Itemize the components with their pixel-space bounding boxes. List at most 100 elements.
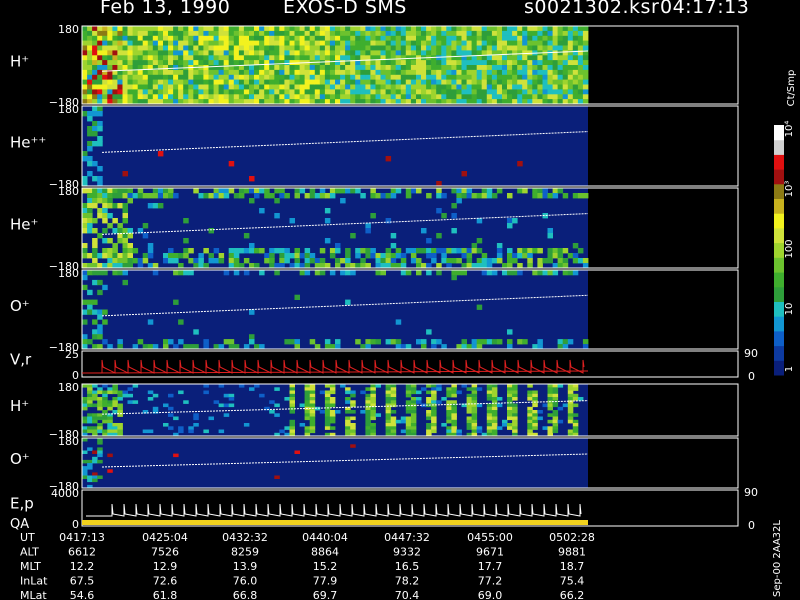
- heatmap-cell: [456, 50, 462, 56]
- heatmap-cell: [345, 40, 351, 46]
- heatmap-cell: [269, 193, 275, 199]
- heatmap-cell: [163, 403, 169, 408]
- heatmap-cell: [294, 40, 300, 46]
- heatmap-cell: [304, 193, 311, 199]
- heatmap-cell: [147, 203, 154, 209]
- heatmap-cell: [92, 419, 98, 424]
- heatmap-cell: [466, 65, 473, 71]
- heatmap-cell: [309, 55, 316, 61]
- heatmap-cell: [97, 253, 103, 259]
- heatmap-cell: [147, 79, 154, 85]
- heatmap-cell: [102, 60, 108, 66]
- heatmap-cell: [405, 390, 412, 395]
- heatmap-cell: [390, 188, 397, 194]
- heatmap-cell: [82, 319, 88, 325]
- heatmap-cell: [157, 69, 164, 76]
- heatmap-cell: [355, 50, 361, 56]
- heatmap-cell: [117, 40, 123, 46]
- heatmap-cell: [254, 30, 260, 37]
- heatmap-cell: [572, 35, 579, 42]
- heatmap-cell: [552, 40, 559, 46]
- heatmap-cell: [259, 30, 265, 37]
- heatmap-cell: [193, 30, 199, 37]
- heatmap-cell: [213, 193, 220, 199]
- heatmap-cell: [152, 393, 159, 398]
- heatmap-cell: [142, 233, 149, 239]
- heatmap-cell: [547, 84, 553, 90]
- heatmap-cell: [142, 193, 149, 199]
- heatmap-cell: [289, 400, 295, 404]
- heatmap-cell: [254, 26, 260, 32]
- heatmap-cell: [183, 55, 189, 61]
- heatmap-cell: [461, 26, 467, 32]
- heatmap-cell: [471, 45, 478, 51]
- heatmap-cell: [82, 403, 88, 408]
- heatmap-cell: [405, 393, 412, 398]
- heatmap-cell: [507, 74, 513, 81]
- heatmap-cell: [132, 384, 139, 388]
- heatmap-cell: [491, 406, 498, 411]
- heatmap-cell: [152, 84, 159, 90]
- heatmap-cell: [168, 193, 174, 199]
- heatmap-cell: [117, 423, 123, 427]
- heatmap-cell: [284, 50, 290, 56]
- heatmap-cell: [269, 69, 275, 76]
- heatmap-cell: [264, 40, 270, 46]
- heatmap-cell: [92, 475, 98, 479]
- heatmap-cell: [193, 416, 199, 421]
- heatmap-cell: [542, 69, 548, 76]
- colorbar-segment: [774, 198, 784, 214]
- heatmap-cell: [461, 384, 467, 388]
- heatmap-cell: [137, 69, 144, 76]
- heatmap-cell: [132, 74, 139, 81]
- heatmap-cell: [385, 413, 392, 417]
- y-tick-top: 180: [58, 185, 79, 198]
- heatmap-cell: [451, 79, 457, 85]
- heatmap-cell: [567, 45, 574, 51]
- heatmap-cell: [486, 413, 493, 417]
- heatmap-cell: [471, 397, 478, 401]
- heatmap-cell: [507, 94, 513, 100]
- heatmap-cell: [416, 35, 422, 42]
- heatmap-cell: [572, 393, 579, 398]
- heatmap-cell: [218, 79, 225, 85]
- heatmap-cell: [405, 410, 412, 414]
- heatmap-cell: [542, 55, 548, 61]
- heatmap-cell: [340, 74, 346, 81]
- heatmap-cell: [102, 40, 108, 46]
- heatmap-cell: [193, 423, 199, 427]
- heatmap-cell: [329, 390, 336, 395]
- heatmap-cell: [552, 89, 559, 95]
- heatmap-cell: [405, 69, 412, 76]
- heatmap-cell: [127, 50, 133, 56]
- heatmap-cell: [112, 94, 118, 100]
- heatmap-cell: [87, 339, 93, 345]
- heatmap-cell: [117, 65, 123, 71]
- heatmap-cell: [405, 400, 412, 404]
- heatmap-cell: [137, 79, 144, 85]
- heatmap-cell: [309, 403, 316, 408]
- heatmap-cell: [547, 55, 553, 61]
- heatmap-cell: [532, 45, 538, 51]
- heatmap-cell: [476, 35, 483, 42]
- heatmap-cell: [87, 304, 93, 310]
- heatmap-cell: [294, 294, 300, 300]
- heatmap-cell: [97, 390, 103, 395]
- heatmap-cell: [512, 40, 518, 46]
- heatmap-cell: [471, 94, 478, 100]
- heatmap-cell: [547, 387, 553, 391]
- heatmap-cell: [380, 35, 386, 42]
- heatmap-cell: [178, 429, 184, 434]
- heatmap-cell: [102, 429, 108, 434]
- heatmap-cell: [193, 89, 199, 95]
- heatmap-cell: [132, 60, 139, 66]
- heatmap-cell: [259, 74, 265, 81]
- heatmap-cell: [107, 30, 113, 37]
- axis-row-value: 6612: [68, 546, 96, 559]
- heatmap-cell: [496, 40, 503, 46]
- heatmap-cell: [335, 339, 341, 345]
- heatmap-cell: [491, 69, 498, 76]
- heatmap-cell: [228, 89, 235, 95]
- heatmap-cell: [87, 397, 93, 401]
- heatmap-cell: [249, 309, 255, 315]
